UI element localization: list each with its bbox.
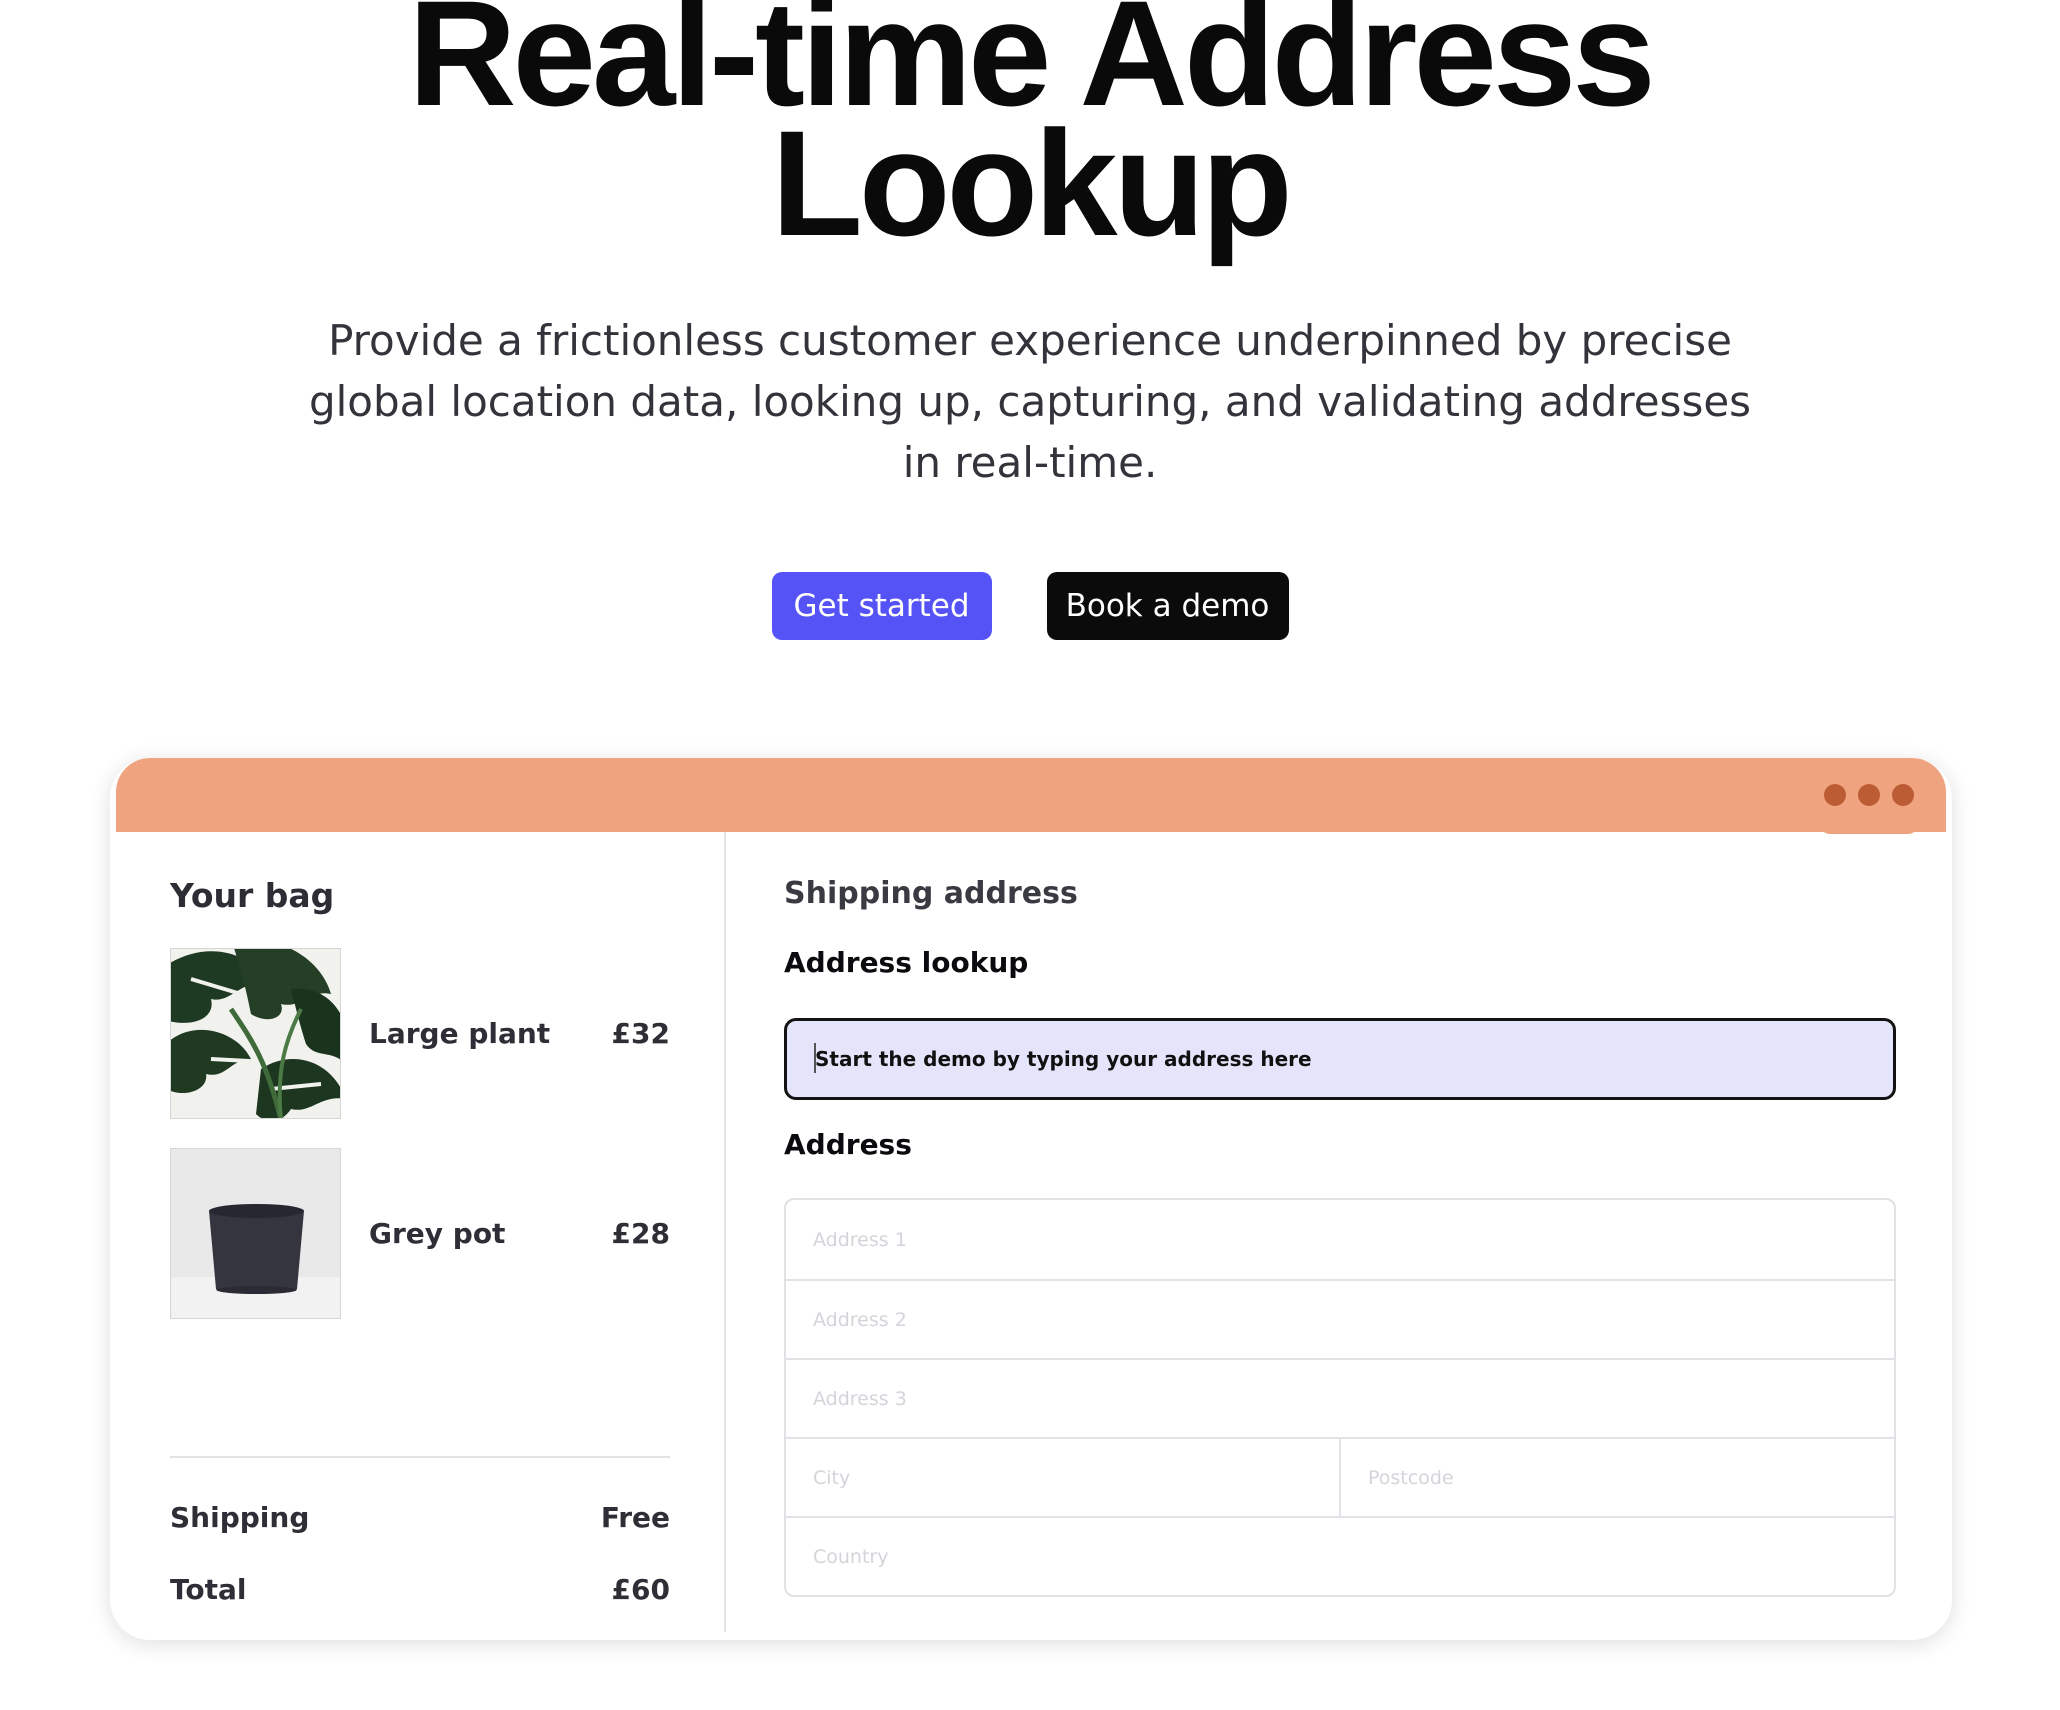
bag-item: Grey pot £28 [170, 1147, 670, 1319]
postcode-field[interactable]: Postcode [1339, 1439, 1894, 1516]
demo-window-titlebar [116, 758, 1946, 832]
address-row: Address 2 [786, 1279, 1894, 1358]
address-lookup-input-text: Start the demo by typing your address he… [815, 1047, 1312, 1071]
window-dot-icon [1892, 784, 1914, 806]
bag-divider [170, 1456, 670, 1458]
item-price: £28 [611, 1216, 670, 1250]
shipping-label: Shipping [170, 1501, 310, 1534]
window-dot-icon [1858, 784, 1880, 806]
total-row: Total £60 [170, 1573, 670, 1606]
panel-divider [724, 832, 726, 1632]
shipping-row: Shipping Free [170, 1501, 670, 1534]
country-field[interactable]: Country [786, 1518, 1894, 1595]
cta-row: Get started Book a demo [0, 572, 2060, 640]
bag-item: Large plant £32 [170, 947, 670, 1119]
shipping-panel: Shipping address Address lookup Start th… [784, 876, 1896, 1597]
demo-window: Your bag Large plant £32 Grey pot £28 Sh… [110, 758, 1952, 1640]
item-price: £32 [611, 1016, 670, 1050]
window-controls-tab [1820, 824, 1918, 834]
address-form: Address 1 Address 2 Address 3 City Postc… [784, 1198, 1896, 1597]
address-lookup-input[interactable]: Start the demo by typing your address he… [784, 1018, 1896, 1100]
total-label: Total [170, 1573, 247, 1606]
address-lookup-label: Address lookup [784, 946, 1029, 979]
total-value: £60 [611, 1573, 670, 1606]
address-row: City Postcode [786, 1437, 1894, 1516]
city-field[interactable]: City [786, 1439, 1339, 1516]
grey-pot-image [170, 1147, 341, 1319]
get-started-button[interactable]: Get started [771, 572, 992, 640]
item-name: Large plant [369, 1016, 551, 1050]
item-name: Grey pot [369, 1216, 506, 1250]
window-dot-icon [1824, 784, 1846, 806]
bag-title: Your bag [170, 876, 335, 915]
address-label: Address [784, 1128, 912, 1161]
address-row: Address 1 [786, 1200, 1894, 1279]
address-row: Address 3 [786, 1358, 1894, 1437]
page-title-line-2: Lookup [771, 99, 1293, 267]
address-row: Country [786, 1516, 1894, 1595]
monstera-plant-image [170, 947, 341, 1119]
page-title: Real-time Address Lookup [0, 0, 2060, 258]
book-demo-button[interactable]: Book a demo [1046, 572, 1289, 640]
window-controls [1824, 784, 1914, 806]
address-1-field[interactable]: Address 1 [786, 1200, 1894, 1279]
address-3-field[interactable]: Address 3 [786, 1360, 1894, 1437]
address-2-field[interactable]: Address 2 [786, 1281, 1894, 1358]
bag-panel: Your bag Large plant £32 Grey pot £28 Sh… [170, 876, 670, 1606]
shipping-title: Shipping address [784, 876, 1078, 911]
page-subtitle: Provide a frictionless customer experien… [308, 316, 1752, 487]
shipping-value: Free [600, 1501, 670, 1534]
